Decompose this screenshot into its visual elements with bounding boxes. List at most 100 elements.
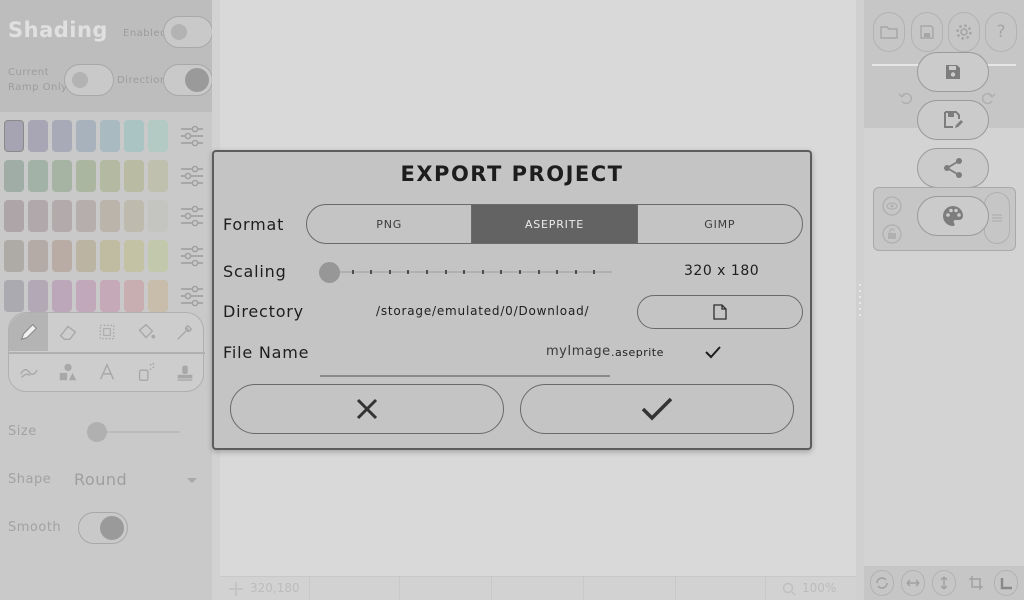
undo-icon[interactable] bbox=[898, 90, 914, 106]
browse-directory-button[interactable] bbox=[637, 295, 803, 329]
ramp-settings-icon[interactable] bbox=[180, 164, 204, 188]
color-swatch[interactable] bbox=[52, 120, 72, 152]
color-swatch[interactable] bbox=[100, 280, 120, 312]
size-slider-knob[interactable] bbox=[87, 422, 107, 442]
color-swatch[interactable] bbox=[100, 160, 120, 192]
flip-horizontal-icon[interactable] bbox=[901, 570, 925, 596]
shading-title: Shading bbox=[8, 18, 108, 42]
color-swatch[interactable] bbox=[148, 160, 168, 192]
palette-icon[interactable] bbox=[917, 196, 989, 236]
color-swatch[interactable] bbox=[28, 240, 48, 272]
slider-tick bbox=[370, 270, 373, 274]
eye-icon[interactable] bbox=[882, 196, 902, 216]
shapes-icon[interactable] bbox=[48, 353, 87, 391]
ramp-settings-icon[interactable] bbox=[180, 244, 204, 268]
help-icon[interactable]: ? bbox=[985, 12, 1017, 52]
rotate-icon[interactable] bbox=[870, 570, 894, 596]
color-swatch[interactable] bbox=[76, 240, 96, 272]
save-small-icon[interactable] bbox=[911, 12, 943, 52]
color-swatch[interactable] bbox=[124, 160, 144, 192]
slider-tick bbox=[444, 270, 447, 274]
color-swatch[interactable] bbox=[148, 120, 168, 152]
status-bar: 320,180 100% bbox=[220, 576, 856, 600]
ramp-settings-icon[interactable] bbox=[180, 204, 204, 228]
save-as-icon[interactable] bbox=[917, 100, 989, 140]
size-slider-track[interactable] bbox=[96, 431, 180, 433]
file-icon bbox=[713, 304, 727, 320]
color-swatch[interactable] bbox=[148, 240, 168, 272]
color-swatch[interactable] bbox=[28, 280, 48, 312]
slider-tick bbox=[500, 270, 503, 274]
chevron-down-icon[interactable] bbox=[187, 478, 197, 483]
crosshair-icon bbox=[229, 582, 243, 596]
color-swatch[interactable] bbox=[76, 160, 96, 192]
menu-icon bbox=[992, 214, 1002, 222]
resize-icon[interactable] bbox=[994, 570, 1018, 596]
color-swatch[interactable] bbox=[4, 240, 24, 272]
ramp-settings-icon[interactable] bbox=[180, 124, 204, 148]
color-swatch[interactable] bbox=[28, 160, 48, 192]
color-swatch[interactable] bbox=[52, 280, 72, 312]
color-swatch[interactable] bbox=[28, 120, 48, 152]
smooth-toggle[interactable] bbox=[78, 512, 128, 544]
file-name-input[interactable]: myImage bbox=[546, 344, 611, 359]
color-swatch[interactable] bbox=[76, 280, 96, 312]
crop-icon[interactable] bbox=[969, 576, 983, 590]
current-ramp-label-2: Ramp Only bbox=[8, 82, 68, 93]
color-swatch[interactable] bbox=[100, 200, 120, 232]
color-swatch[interactable] bbox=[148, 280, 168, 312]
color-swatch[interactable] bbox=[76, 120, 96, 152]
color-swatch[interactable] bbox=[124, 240, 144, 272]
color-swatch[interactable] bbox=[124, 280, 144, 312]
shape-dropdown[interactable]: Round bbox=[74, 470, 127, 489]
redo-icon[interactable] bbox=[980, 90, 996, 106]
slider-tick bbox=[593, 270, 596, 274]
color-swatch[interactable] bbox=[4, 200, 24, 232]
settings-icon[interactable] bbox=[948, 12, 980, 52]
format-option-aseprite[interactable]: ASEPRITE bbox=[472, 205, 638, 243]
save-icon[interactable] bbox=[917, 52, 989, 92]
shading-icon[interactable] bbox=[9, 353, 48, 391]
left-panel: Shading Enabled Current Ramp Only Direct… bbox=[0, 0, 213, 600]
direction-toggle[interactable] bbox=[163, 64, 213, 96]
folder-open-icon[interactable] bbox=[873, 12, 905, 52]
format-option-png[interactable]: PNG bbox=[307, 205, 473, 243]
enabled-label: Enabled bbox=[123, 28, 167, 39]
file-name-label: File Name bbox=[223, 343, 310, 362]
color-ramp-row bbox=[4, 240, 203, 272]
color-swatch[interactable] bbox=[100, 120, 120, 152]
color-swatch[interactable] bbox=[52, 200, 72, 232]
flip-vertical-icon[interactable] bbox=[932, 570, 956, 596]
scaling-slider-knob[interactable] bbox=[319, 262, 340, 283]
color-swatch[interactable] bbox=[100, 240, 120, 272]
color-swatch[interactable] bbox=[76, 200, 96, 232]
stamp-icon[interactable] bbox=[165, 353, 204, 391]
color-swatch[interactable] bbox=[4, 280, 24, 312]
check-icon bbox=[705, 346, 721, 359]
color-swatch[interactable] bbox=[52, 160, 72, 192]
color-swatch[interactable] bbox=[124, 200, 144, 232]
share-icon[interactable] bbox=[917, 148, 989, 188]
color-swatch[interactable] bbox=[52, 240, 72, 272]
color-swatch[interactable] bbox=[4, 160, 24, 192]
close-icon bbox=[356, 398, 378, 420]
confirm-button[interactable] bbox=[520, 384, 794, 434]
color-swatch[interactable] bbox=[148, 200, 168, 232]
select-icon[interactable] bbox=[87, 313, 126, 351]
format-option-gimp[interactable]: GIMP bbox=[638, 205, 802, 243]
text-icon[interactable] bbox=[87, 353, 126, 391]
color-swatch[interactable] bbox=[124, 120, 144, 152]
spray-icon[interactable] bbox=[126, 353, 165, 391]
current-ramp-toggle[interactable] bbox=[64, 64, 114, 96]
color-swatch[interactable] bbox=[28, 200, 48, 232]
color-swatch[interactable] bbox=[4, 120, 24, 152]
scaling-slider-track[interactable] bbox=[330, 270, 612, 274]
eraser-icon[interactable] bbox=[48, 313, 87, 351]
eyedropper-icon[interactable] bbox=[165, 313, 204, 351]
bucket-icon[interactable] bbox=[126, 313, 165, 351]
ramp-settings-icon[interactable] bbox=[180, 284, 204, 308]
cancel-button[interactable] bbox=[230, 384, 504, 434]
pencil-icon[interactable] bbox=[9, 313, 48, 351]
unlock-icon[interactable] bbox=[882, 224, 902, 244]
enabled-toggle[interactable] bbox=[163, 16, 213, 48]
